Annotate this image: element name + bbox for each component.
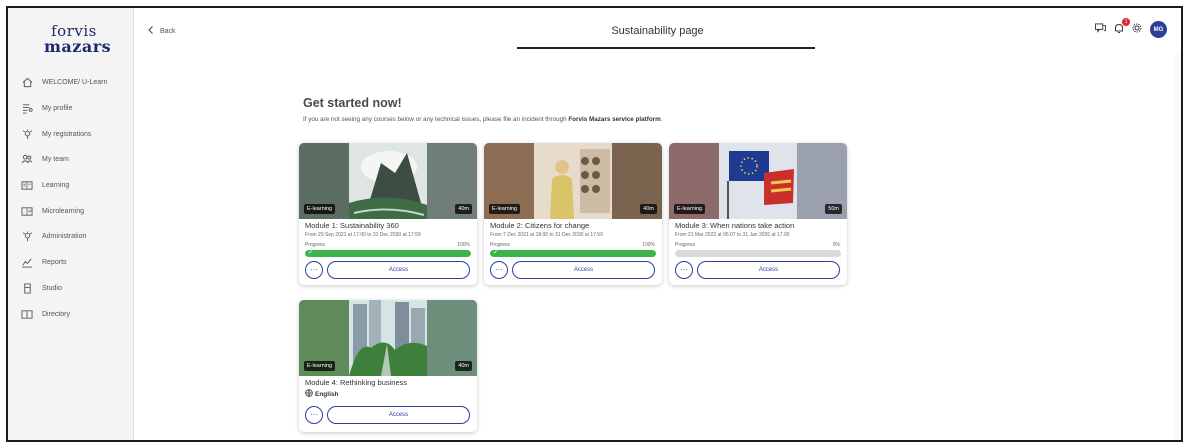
sidebar-item-label: Directory	[42, 310, 71, 318]
learning-icon	[21, 180, 33, 192]
course-duration: 50m	[825, 204, 842, 214]
section-heading: Get started now!	[303, 96, 402, 110]
sidebar-item-my-team[interactable]: My team	[8, 147, 134, 173]
course-title: Module 1: Sustainability 360	[305, 221, 399, 230]
sidebar-item-label: My profile	[42, 105, 73, 113]
registrations-icon	[21, 128, 33, 140]
sidebar-item-label: My team	[42, 156, 69, 164]
course-card-module-1[interactable]: E-learning 40m Module 1: Sustainability …	[299, 143, 477, 285]
more-options-button[interactable]: ···	[675, 261, 693, 279]
progress-label: Progress	[675, 242, 696, 248]
sidebar-item-label: WELCOME/ U-Learn	[42, 79, 108, 87]
sidebar-item-label: Microlearning	[42, 207, 85, 215]
page-title: Sustainability page	[611, 25, 704, 37]
sidebar-item-microlearning[interactable]: Microlearning	[8, 198, 134, 224]
progress-bar: ✓	[305, 250, 471, 257]
course-dates: From 21 Mar 2022 at 06:07 to 31 Jan 2026…	[675, 232, 790, 238]
sidebar-item-studio[interactable]: Studio	[8, 276, 134, 302]
course-type-tag: E-learning	[304, 204, 336, 214]
help-text: If you are not seeing any courses below …	[303, 116, 663, 123]
globe-icon	[305, 389, 313, 399]
progress-value: 0%	[832, 242, 840, 248]
sidebar-item-label: My registrations	[42, 130, 92, 138]
chat-icon[interactable]	[1095, 23, 1106, 36]
access-button[interactable]: Access	[697, 261, 840, 279]
sidebar-item-learning[interactable]: Learning	[8, 173, 134, 199]
progress-bar	[675, 250, 841, 257]
course-title: Module 4: Rethinking business	[305, 378, 408, 387]
page-scrollbar[interactable]	[1175, 54, 1181, 440]
course-type-tag: E-learning	[674, 204, 706, 214]
course-title: Module 2: Citizens for change	[490, 221, 590, 230]
profile-icon	[21, 103, 33, 115]
sidebar-item-my-profile[interactable]: My profile	[8, 96, 134, 122]
course-type-tag: E-learning	[489, 204, 521, 214]
microlearning-icon	[21, 205, 33, 217]
reports-icon	[21, 257, 33, 269]
course-card-module-4[interactable]: E-learning 40m Module 4: Rethinking busi…	[299, 300, 477, 432]
progress-label: Progress	[305, 242, 326, 248]
forvis-mazars-logo[interactable]: forvis mazars	[44, 24, 111, 55]
app-window: forvis mazars WELCOME/ U-Learn My profil…	[6, 6, 1183, 442]
course-type-tag: E-learning	[304, 361, 336, 371]
course-language: English	[305, 389, 338, 399]
more-options-button[interactable]: ···	[305, 406, 323, 424]
course-thumbnail-flags: E-learning 50m	[669, 143, 847, 219]
studio-icon	[21, 282, 33, 294]
top-right-actions: 1 MG	[1095, 17, 1167, 38]
course-card-module-2[interactable]: E-learning 40m Module 2: Citizens for ch…	[484, 143, 662, 285]
top-bar: Back Sustainability page 1 MG	[134, 8, 1181, 54]
notification-bell-icon[interactable]: 1	[1114, 17, 1130, 37]
check-icon: ✓	[308, 250, 314, 256]
sidebar-item-label: Studio	[42, 284, 62, 292]
title-underline	[517, 47, 815, 49]
language-label: English	[315, 390, 339, 398]
progress-value: 100%	[642, 242, 655, 248]
access-button[interactable]: Access	[327, 261, 470, 279]
course-dates: From 29 Sep 2021 at 17:00 to 31 Dec 2030…	[305, 232, 421, 238]
course-thumbnail-nature: E-learning 40m	[299, 143, 477, 219]
sidebar-item-directory[interactable]: Directory	[8, 301, 134, 327]
course-duration: 40m	[640, 204, 657, 214]
course-duration: 40m	[455, 204, 472, 214]
progress-label: Progress	[490, 242, 511, 248]
sidebar-item-reports[interactable]: Reports	[8, 250, 134, 276]
check-icon: ✓	[493, 250, 499, 256]
course-dates: From 7 Dec 2021 at 18:00 to 31 Dec 2030 …	[490, 232, 603, 238]
sidebar-nav: WELCOME/ U-Learn My profile My registrat…	[8, 70, 134, 327]
sidebar-item-administration[interactable]: Administration	[8, 224, 134, 250]
more-options-button[interactable]: ···	[305, 261, 323, 279]
progress-fill	[490, 250, 656, 257]
course-thumbnail-shopper: E-learning 40m	[484, 143, 662, 219]
sidebar-item-label: Reports	[42, 259, 67, 267]
administration-icon	[21, 231, 33, 243]
access-button[interactable]: Access	[512, 261, 655, 279]
progress-value: 100%	[457, 242, 470, 248]
team-icon	[21, 154, 33, 166]
notification-badge: 1	[1122, 17, 1130, 26]
progress-bar: ✓	[490, 250, 656, 257]
service-platform-link[interactable]: Forvis Mazars service platform	[568, 116, 660, 123]
course-card-module-3[interactable]: E-learning 50m Module 3: When nations ta…	[669, 143, 847, 285]
course-thumbnail-city: E-learning 40m	[299, 300, 477, 376]
sidebar-item-my-registrations[interactable]: My registrations	[8, 121, 134, 147]
sidebar-item-welcome[interactable]: WELCOME/ U-Learn	[8, 70, 134, 96]
course-title: Module 3: When nations take action	[675, 221, 795, 230]
sidebar-item-label: Learning	[42, 182, 70, 190]
more-options-button[interactable]: ···	[490, 261, 508, 279]
settings-gear-icon[interactable]	[1132, 23, 1142, 36]
user-avatar[interactable]: MG	[1150, 21, 1167, 38]
directory-icon	[21, 308, 33, 320]
sidebar: forvis mazars WELCOME/ U-Learn My profil…	[8, 8, 134, 440]
home-icon	[21, 77, 33, 89]
main-content: Get started now! If you are not seeing a…	[134, 54, 1181, 440]
access-button[interactable]: Access	[327, 406, 470, 424]
progress-fill	[305, 250, 471, 257]
sidebar-item-label: Administration	[42, 233, 87, 241]
course-duration: 40m	[455, 361, 472, 371]
